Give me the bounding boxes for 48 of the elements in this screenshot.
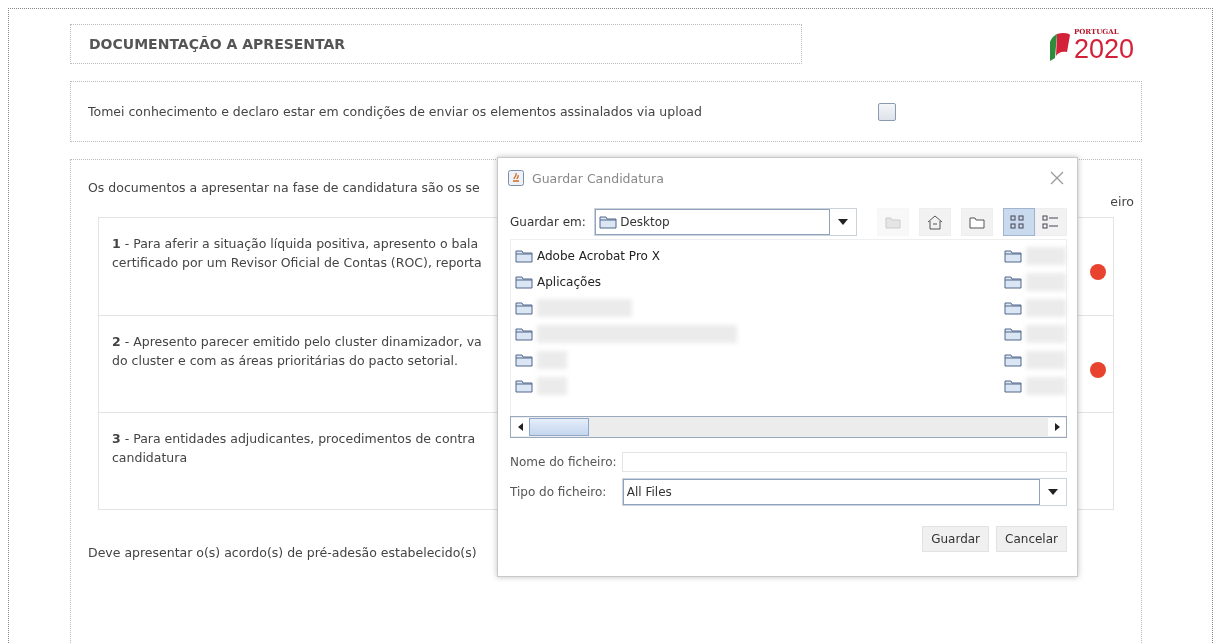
folder-icon xyxy=(1004,379,1022,393)
document-text: 3 - Para entidades adjudicantes, procedimentos de contra candidatura xyxy=(112,430,476,467)
folder-icon xyxy=(969,215,985,229)
section-title: DOCUMENTAÇÃO A APRESENTAR xyxy=(70,24,802,64)
folder-icon xyxy=(515,275,533,289)
folder-icon xyxy=(515,353,533,367)
file-type-dropdown[interactable]: All Files xyxy=(621,478,1067,506)
logo-text: 2020 xyxy=(1073,35,1134,62)
declaration-checkbox[interactable] xyxy=(878,102,896,121)
toolbar-button[interactable] xyxy=(1003,208,1035,236)
details-view-icon xyxy=(1042,214,1060,230)
look-in-label: Guardar em: xyxy=(510,215,587,229)
folder-icon xyxy=(515,327,533,341)
folder-icon xyxy=(1004,327,1022,341)
scroll-left-icon xyxy=(517,423,523,431)
folder-icon xyxy=(1004,301,1022,315)
caret-icon xyxy=(838,219,848,225)
home-icon xyxy=(927,214,943,230)
document-text: 1 - Para aferir a situação líquida positiva, apresento o bala certificado por um Revisor Oficial de Contas (ROC), reporta xyxy=(112,235,482,272)
dialog-button[interactable]: Cancelar xyxy=(996,526,1067,552)
declaration-text: Tomei conhecimento e declaro estar em condições de enviar os elementos assinalados via upload xyxy=(88,104,703,119)
file-name-field[interactable] xyxy=(621,452,1067,472)
folder-icon xyxy=(515,249,533,263)
app-icon xyxy=(508,170,524,186)
folder-icon xyxy=(599,215,618,229)
folder-icon xyxy=(1004,353,1022,367)
footer-text: Deve apresentar o(s) acordo(s) de pré-adesão estabelecido(s) xyxy=(88,545,478,560)
look-in-value: Desktop xyxy=(620,215,670,229)
folder-icon xyxy=(515,301,533,315)
folder-up-icon xyxy=(885,215,901,229)
caret-icon xyxy=(1048,489,1058,495)
dialog-title: Guardar Candidatura xyxy=(532,170,665,186)
scroll-right-icon xyxy=(1054,423,1060,431)
document-text: 2 - Apresento parecer emitido pelo cluster dinamizador, va do cluster e com as áreas prioritárias do pacto setorial. xyxy=(112,333,482,370)
folder-name[interactable]: Adobe Acrobat Pro X xyxy=(537,249,660,263)
flag-logo-icon xyxy=(1048,31,1071,62)
folder-icon xyxy=(1004,275,1022,289)
column-label: eiro xyxy=(1110,194,1134,209)
intro-text: Os documentos a apresentar na fase de candidatura são os se xyxy=(88,180,480,197)
folder-name[interactable]: Aplicações xyxy=(537,275,602,289)
folder-icon xyxy=(515,379,533,393)
look-in-dropdown[interactable]: Desktop xyxy=(594,208,857,236)
dialog-button[interactable]: Guardar xyxy=(922,526,990,552)
file-name-label: Nome do ficheiro: xyxy=(510,455,618,469)
file-type-value: All Files xyxy=(626,485,672,499)
scroll-thumb[interactable] xyxy=(529,418,589,436)
folder-icon xyxy=(1004,249,1022,263)
file-type-label: Tipo do ficheiro: xyxy=(510,485,608,499)
